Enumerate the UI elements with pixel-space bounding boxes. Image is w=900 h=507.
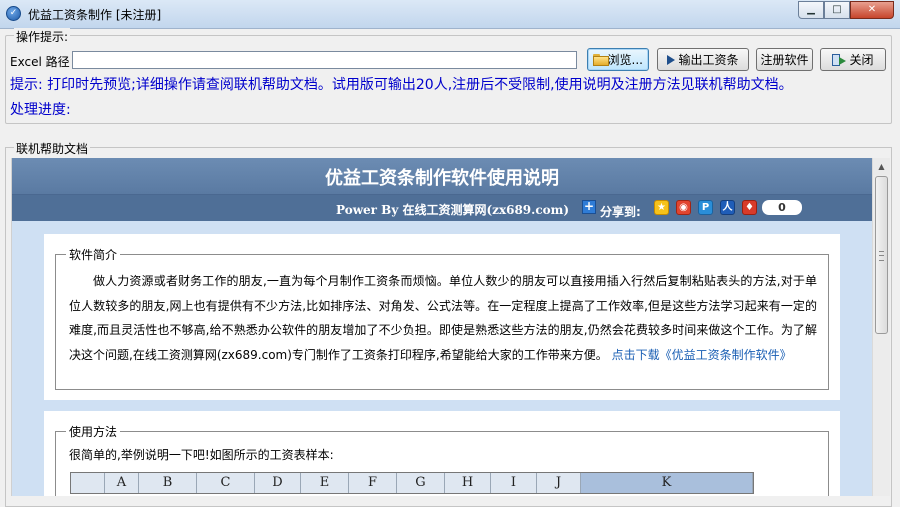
doc-title: 优益工资条制作软件使用说明 <box>325 168 559 189</box>
app-icon: ✓ <box>6 6 21 21</box>
excel-path-input[interactable] <box>72 51 577 69</box>
hint-text: 提示: 打印时先预览;详细操作请查阅联机帮助文档。试用版可输出20人,注册后不受… <box>10 77 793 93</box>
usage-legend: 使用方法 <box>66 423 121 440</box>
close-label: 关闭 <box>849 53 874 67</box>
ops-group: 操作提示: Excel 路径 浏览... 输出工资条 注册软件 关闭 提示: 打… <box>5 28 892 124</box>
ops-legend: 操作提示: <box>14 28 71 45</box>
download-link[interactable]: 点击下载《优益工资条制作软件》 <box>612 348 792 362</box>
doc-subheader: Power By 在线工资测算网(zx689.com) + 分享到: ★ ◉ P… <box>12 195 872 221</box>
window-title: 优益工资条制作 [未注册] <box>28 8 162 22</box>
column-header-D: D <box>255 473 301 493</box>
intro-legend: 软件简介 <box>66 246 121 263</box>
usage-fieldset: 使用方法 很简单的,举例说明一下吧!如图所示的工资表样本: ABCDEFGHIJ… <box>55 423 829 496</box>
weibo-icon[interactable]: ◉ <box>676 200 691 215</box>
sample-sheet-header: ABCDEFGHIJK <box>70 472 754 494</box>
help-document: 优益工资条制作软件使用说明 Power By 在线工资测算网(zx689.com… <box>12 158 872 496</box>
column-header-A: A <box>105 473 139 493</box>
export-label: 输出工资条 <box>678 53 739 67</box>
share-count: 0 <box>762 200 802 215</box>
close-button[interactable]: 关闭 <box>820 48 886 71</box>
intro-text: 做人力资源或者财务工作的朋友,一直为每个月制作工资条而烦恼。单位人数少的朋友可以… <box>69 269 817 367</box>
share-label: 分享到: <box>600 205 641 219</box>
close-window-button[interactable]: ✕ <box>850 1 894 19</box>
grip-icon <box>879 251 884 261</box>
help-legend: 联机帮助文档 <box>14 140 91 157</box>
qzone-icon[interactable]: ★ <box>654 200 669 215</box>
export-payslip-button[interactable]: 输出工资条 <box>657 48 749 71</box>
register-label: 注册软件 <box>760 53 809 67</box>
scroll-up-arrow-icon[interactable]: ▲ <box>873 158 890 175</box>
kaixin-icon[interactable]: ♦ <box>742 200 757 215</box>
scroll-thumb[interactable] <box>875 176 888 334</box>
intro-fieldset: 软件简介 做人力资源或者财务工作的朋友,一直为每个月制作工资条而烦恼。单位人数少… <box>55 246 829 390</box>
renren-icon[interactable]: 人 <box>720 200 735 215</box>
folder-icon <box>593 53 609 66</box>
play-icon <box>667 54 676 65</box>
title-bar: ✓ 优益工资条制作 [未注册] ▁ □ ✕ <box>0 0 900 29</box>
plus-icon[interactable]: + <box>582 200 596 214</box>
browse-label: 浏览... <box>607 53 643 67</box>
register-button[interactable]: 注册软件 <box>756 48 813 71</box>
maximize-button[interactable]: □ <box>824 1 850 19</box>
browse-button[interactable]: 浏览... <box>587 48 649 71</box>
usage-text: 很简单的,举例说明一下吧!如图所示的工资表样本: <box>69 448 334 462</box>
excel-path-label: Excel 路径 <box>10 55 70 69</box>
column-header-B: B <box>139 473 197 493</box>
intro-panel: 软件简介 做人力资源或者财务工作的朋友,一直为每个月制作工资条而烦恼。单位人数少… <box>44 234 840 400</box>
column-header-I: I <box>491 473 537 493</box>
column-header-J: J <box>537 473 581 493</box>
column-header-F: F <box>349 473 397 493</box>
column-header-E: E <box>301 473 349 493</box>
window-controls: ▁ □ ✕ <box>798 1 894 19</box>
exit-icon <box>832 53 847 67</box>
column-header-H: H <box>445 473 491 493</box>
usage-panel: 使用方法 很简单的,举例说明一下吧!如图所示的工资表样本: ABCDEFGHIJ… <box>44 411 840 496</box>
minimize-button[interactable]: ▁ <box>798 1 824 19</box>
column-header-C: C <box>197 473 255 493</box>
column-header-G: G <box>397 473 445 493</box>
qq-weibo-icon[interactable]: P <box>698 200 713 215</box>
progress-label: 处理进度: <box>10 102 71 118</box>
sheet-corner-cell <box>71 473 105 493</box>
help-browser[interactable]: 优益工资条制作软件使用说明 Power By 在线工资测算网(zx689.com… <box>11 158 890 496</box>
column-header-K: K <box>581 473 753 493</box>
doc-header: 优益工资条制作软件使用说明 <box>12 158 872 195</box>
power-by-text: Power By 在线工资测算网(zx689.com) <box>336 203 570 217</box>
vertical-scrollbar[interactable]: ▲ <box>872 158 890 496</box>
